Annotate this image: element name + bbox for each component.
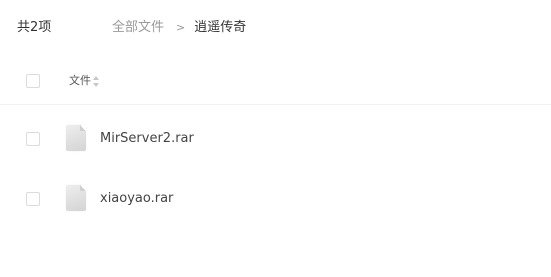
file-name[interactable]: xiaoyao.rar: [100, 190, 173, 208]
row-checkbox[interactable]: [26, 132, 40, 146]
breadcrumb-all-files-link[interactable]: 全部文件: [112, 19, 164, 37]
row-checkbox[interactable]: [26, 192, 40, 206]
breadcrumb: 全部文件 > 逍遥传奇: [112, 19, 246, 37]
top-bar: 共2项 全部文件 > 逍遥传奇: [0, 0, 551, 56]
archive-file-icon: [66, 125, 86, 151]
breadcrumb-separator: >: [176, 21, 186, 34]
column-header-filename[interactable]: 文件: [69, 73, 100, 89]
table-row[interactable]: MirServer2.rar: [0, 114, 551, 164]
file-list-header: 文件: [0, 60, 551, 105]
table-row[interactable]: xiaoyao.rar: [0, 174, 551, 224]
item-count: 共2项: [17, 20, 52, 35]
sort-icon[interactable]: [93, 75, 100, 87]
file-name[interactable]: MirServer2.rar: [100, 130, 194, 148]
breadcrumb-current-folder: 逍遥传奇: [194, 20, 247, 35]
archive-file-icon: [66, 185, 86, 211]
column-header-filename-label: 文件: [69, 74, 91, 87]
select-all-checkbox[interactable]: [26, 74, 40, 88]
